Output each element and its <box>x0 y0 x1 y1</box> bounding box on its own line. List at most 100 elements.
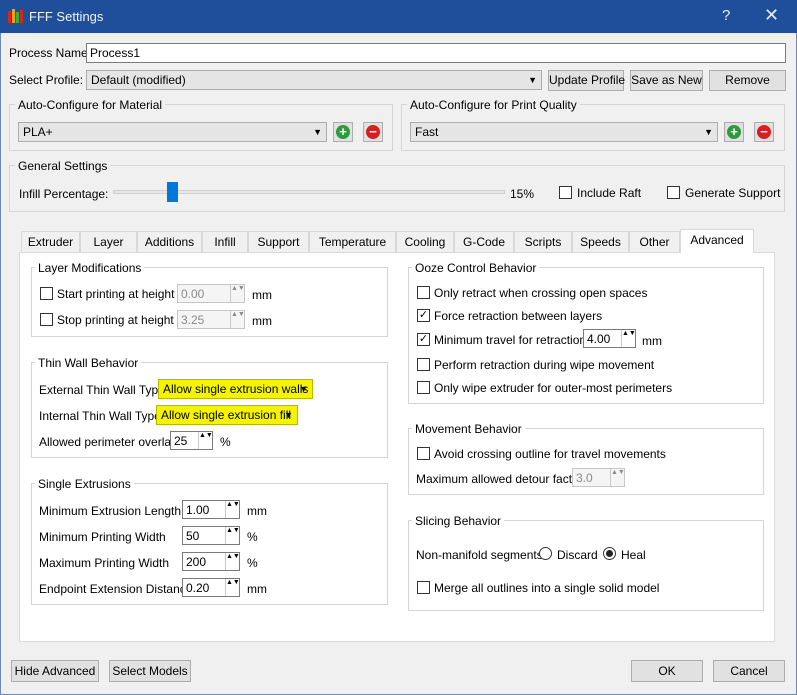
quality-select-value: Fast <box>415 125 439 139</box>
layer-modifications-title: Layer Modifications <box>35 261 145 275</box>
merge-outlines-checkbox[interactable] <box>417 581 430 594</box>
spin-arrows-icon[interactable]: ▲▼ <box>225 527 240 544</box>
spin-arrows-icon[interactable]: ▲▼ <box>230 311 245 328</box>
detour-factor-spinbox[interactable]: 3.0 ▲▼ <box>572 468 625 487</box>
single-extrusions-title: Single Extrusions <box>35 477 134 491</box>
perimeter-overlap-value: 25 <box>174 434 188 448</box>
stop-printing-checkbox[interactable] <box>40 313 53 326</box>
stop-height-spinbox[interactable]: 3.25 ▲▼ <box>177 310 245 329</box>
tab-scripts[interactable]: Scripts <box>514 231 572 252</box>
profile-select[interactable]: Default (modified) ▼ <box>86 70 542 90</box>
endpoint-extension-spinbox[interactable]: 0.20 ▲▼ <box>182 578 240 597</box>
min-travel-checkbox[interactable]: ✓ <box>417 333 430 346</box>
tab-cooling[interactable]: Cooling <box>396 231 454 252</box>
external-thin-wall-select[interactable]: Allow single extrusion walls ▼ <box>158 379 313 399</box>
discard-radio[interactable] <box>539 547 552 560</box>
avoid-crossing-checkbox[interactable] <box>417 447 430 460</box>
add-material-button[interactable]: + <box>333 122 353 142</box>
internal-thin-wall-value: Allow single extrusion fill <box>161 408 292 422</box>
help-icon[interactable]: ? <box>722 7 730 24</box>
slicing-title: Slicing Behavior <box>412 514 505 528</box>
discard-label: Discard <box>557 548 598 562</box>
include-raft-label: Include Raft <box>577 186 642 200</box>
start-height-spinbox[interactable]: 0.00 ▲▼ <box>177 284 245 303</box>
profile-select-value: Default (modified) <box>91 73 186 87</box>
ok-button[interactable]: OK <box>631 660 703 682</box>
quality-select[interactable]: Fast ▼ <box>410 122 718 142</box>
app-icon <box>8 9 23 23</box>
perimeter-overlap-spinbox[interactable]: 25 ▲▼ <box>170 431 213 450</box>
tab-other[interactable]: Other <box>629 231 680 252</box>
tab-layer[interactable]: Layer <box>80 231 137 252</box>
nonmanifold-label: Non-manifold segments: <box>416 548 547 562</box>
spin-arrows-icon[interactable]: ▲▼ <box>621 330 636 347</box>
perimeter-overlap-label: Allowed perimeter overlap <box>39 435 178 449</box>
select-models-button[interactable]: Select Models <box>109 660 191 682</box>
thin-wall-title: Thin Wall Behavior <box>35 356 142 370</box>
spin-arrows-icon[interactable]: ▲▼ <box>225 553 240 570</box>
process-name-label: Process Name: <box>9 46 92 60</box>
min-travel-label: Minimum travel for retraction <box>434 333 587 347</box>
perform-retraction-label: Perform retraction during wipe movement <box>434 358 655 372</box>
chevron-down-icon: ▼ <box>313 127 322 137</box>
endpoint-extension-value: 0.20 <box>186 581 210 595</box>
title-bar: FFF Settings ? ✕ <box>0 0 797 33</box>
detour-factor-label: Maximum allowed detour factor <box>416 472 583 486</box>
spin-arrows-icon[interactable]: ▲▼ <box>610 469 625 486</box>
material-select[interactable]: PLA+ ▼ <box>18 122 327 142</box>
generate-support-checkbox[interactable] <box>667 186 680 199</box>
heal-label: Heal <box>621 548 646 562</box>
update-profile-button[interactable]: Update Profile <box>548 70 625 91</box>
hide-advanced-button[interactable]: Hide Advanced <box>11 660 99 682</box>
start-printing-checkbox[interactable] <box>40 287 53 300</box>
spin-arrows-icon[interactable]: ▲▼ <box>230 285 245 302</box>
save-as-new-button[interactable]: Save as New <box>630 70 703 91</box>
min-extrusion-length-spinbox[interactable]: 1.00 ▲▼ <box>182 500 240 519</box>
min-travel-spinbox[interactable]: 4.00 ▲▼ <box>583 329 636 348</box>
external-thin-wall-value: Allow single extrusion walls <box>163 382 309 396</box>
spin-arrows-icon[interactable]: ▲▼ <box>198 432 213 449</box>
tab-temperature[interactable]: Temperature <box>309 231 396 252</box>
perform-retraction-checkbox[interactable] <box>417 358 430 371</box>
only-wipe-checkbox[interactable] <box>417 381 430 394</box>
window-title: FFF Settings <box>29 9 104 24</box>
start-height-unit: mm <box>252 288 272 302</box>
tab-gcode[interactable]: G-Code <box>454 231 514 252</box>
stop-height-unit: mm <box>252 314 272 328</box>
max-printing-width-unit: % <box>247 556 258 570</box>
tab-support[interactable]: Support <box>248 231 309 252</box>
only-retract-checkbox[interactable] <box>417 286 430 299</box>
spin-arrows-icon[interactable]: ▲▼ <box>225 501 240 518</box>
tab-infill[interactable]: Infill <box>202 231 248 252</box>
heal-radio[interactable] <box>603 547 616 560</box>
min-travel-value: 4.00 <box>587 332 611 346</box>
process-name-input[interactable]: Process1 <box>86 43 786 63</box>
remove-button[interactable]: Remove <box>709 70 786 91</box>
plus-icon: + <box>336 125 350 139</box>
start-height-value: 0.00 <box>181 287 205 301</box>
force-retraction-checkbox[interactable]: ✓ <box>417 309 430 322</box>
include-raft-checkbox[interactable] <box>559 186 572 199</box>
material-group-title: Auto-Configure for Material <box>15 98 166 112</box>
min-extrusion-length-value: 1.00 <box>186 503 210 517</box>
min-printing-width-spinbox[interactable]: 50 ▲▼ <box>182 526 240 545</box>
internal-thin-wall-select[interactable]: Allow single extrusion fill ▼ <box>156 405 298 425</box>
tab-advanced[interactable]: Advanced <box>680 229 754 253</box>
remove-material-button[interactable]: − <box>363 122 383 142</box>
cancel-button[interactable]: Cancel <box>713 660 785 682</box>
stop-printing-label: Stop printing at height <box>57 313 174 327</box>
min-printing-width-value: 50 <box>186 529 200 543</box>
spin-arrows-icon[interactable]: ▲▼ <box>225 579 240 596</box>
tab-additions[interactable]: Additions <box>137 231 202 252</box>
minus-icon: − <box>757 125 771 139</box>
add-quality-button[interactable]: + <box>724 122 744 142</box>
chevron-down-icon: ▼ <box>284 410 293 420</box>
only-wipe-label: Only wipe extruder for outer-most perime… <box>434 381 673 395</box>
max-printing-width-spinbox[interactable]: 200 ▲▼ <box>182 552 240 571</box>
infill-slider-thumb[interactable] <box>166 182 178 202</box>
tab-speeds[interactable]: Speeds <box>572 231 629 252</box>
close-icon[interactable]: ✕ <box>764 5 779 26</box>
remove-quality-button[interactable]: − <box>754 122 774 142</box>
tab-extruder[interactable]: Extruder <box>21 231 80 252</box>
force-retraction-label: Force retraction between layers <box>434 309 603 323</box>
